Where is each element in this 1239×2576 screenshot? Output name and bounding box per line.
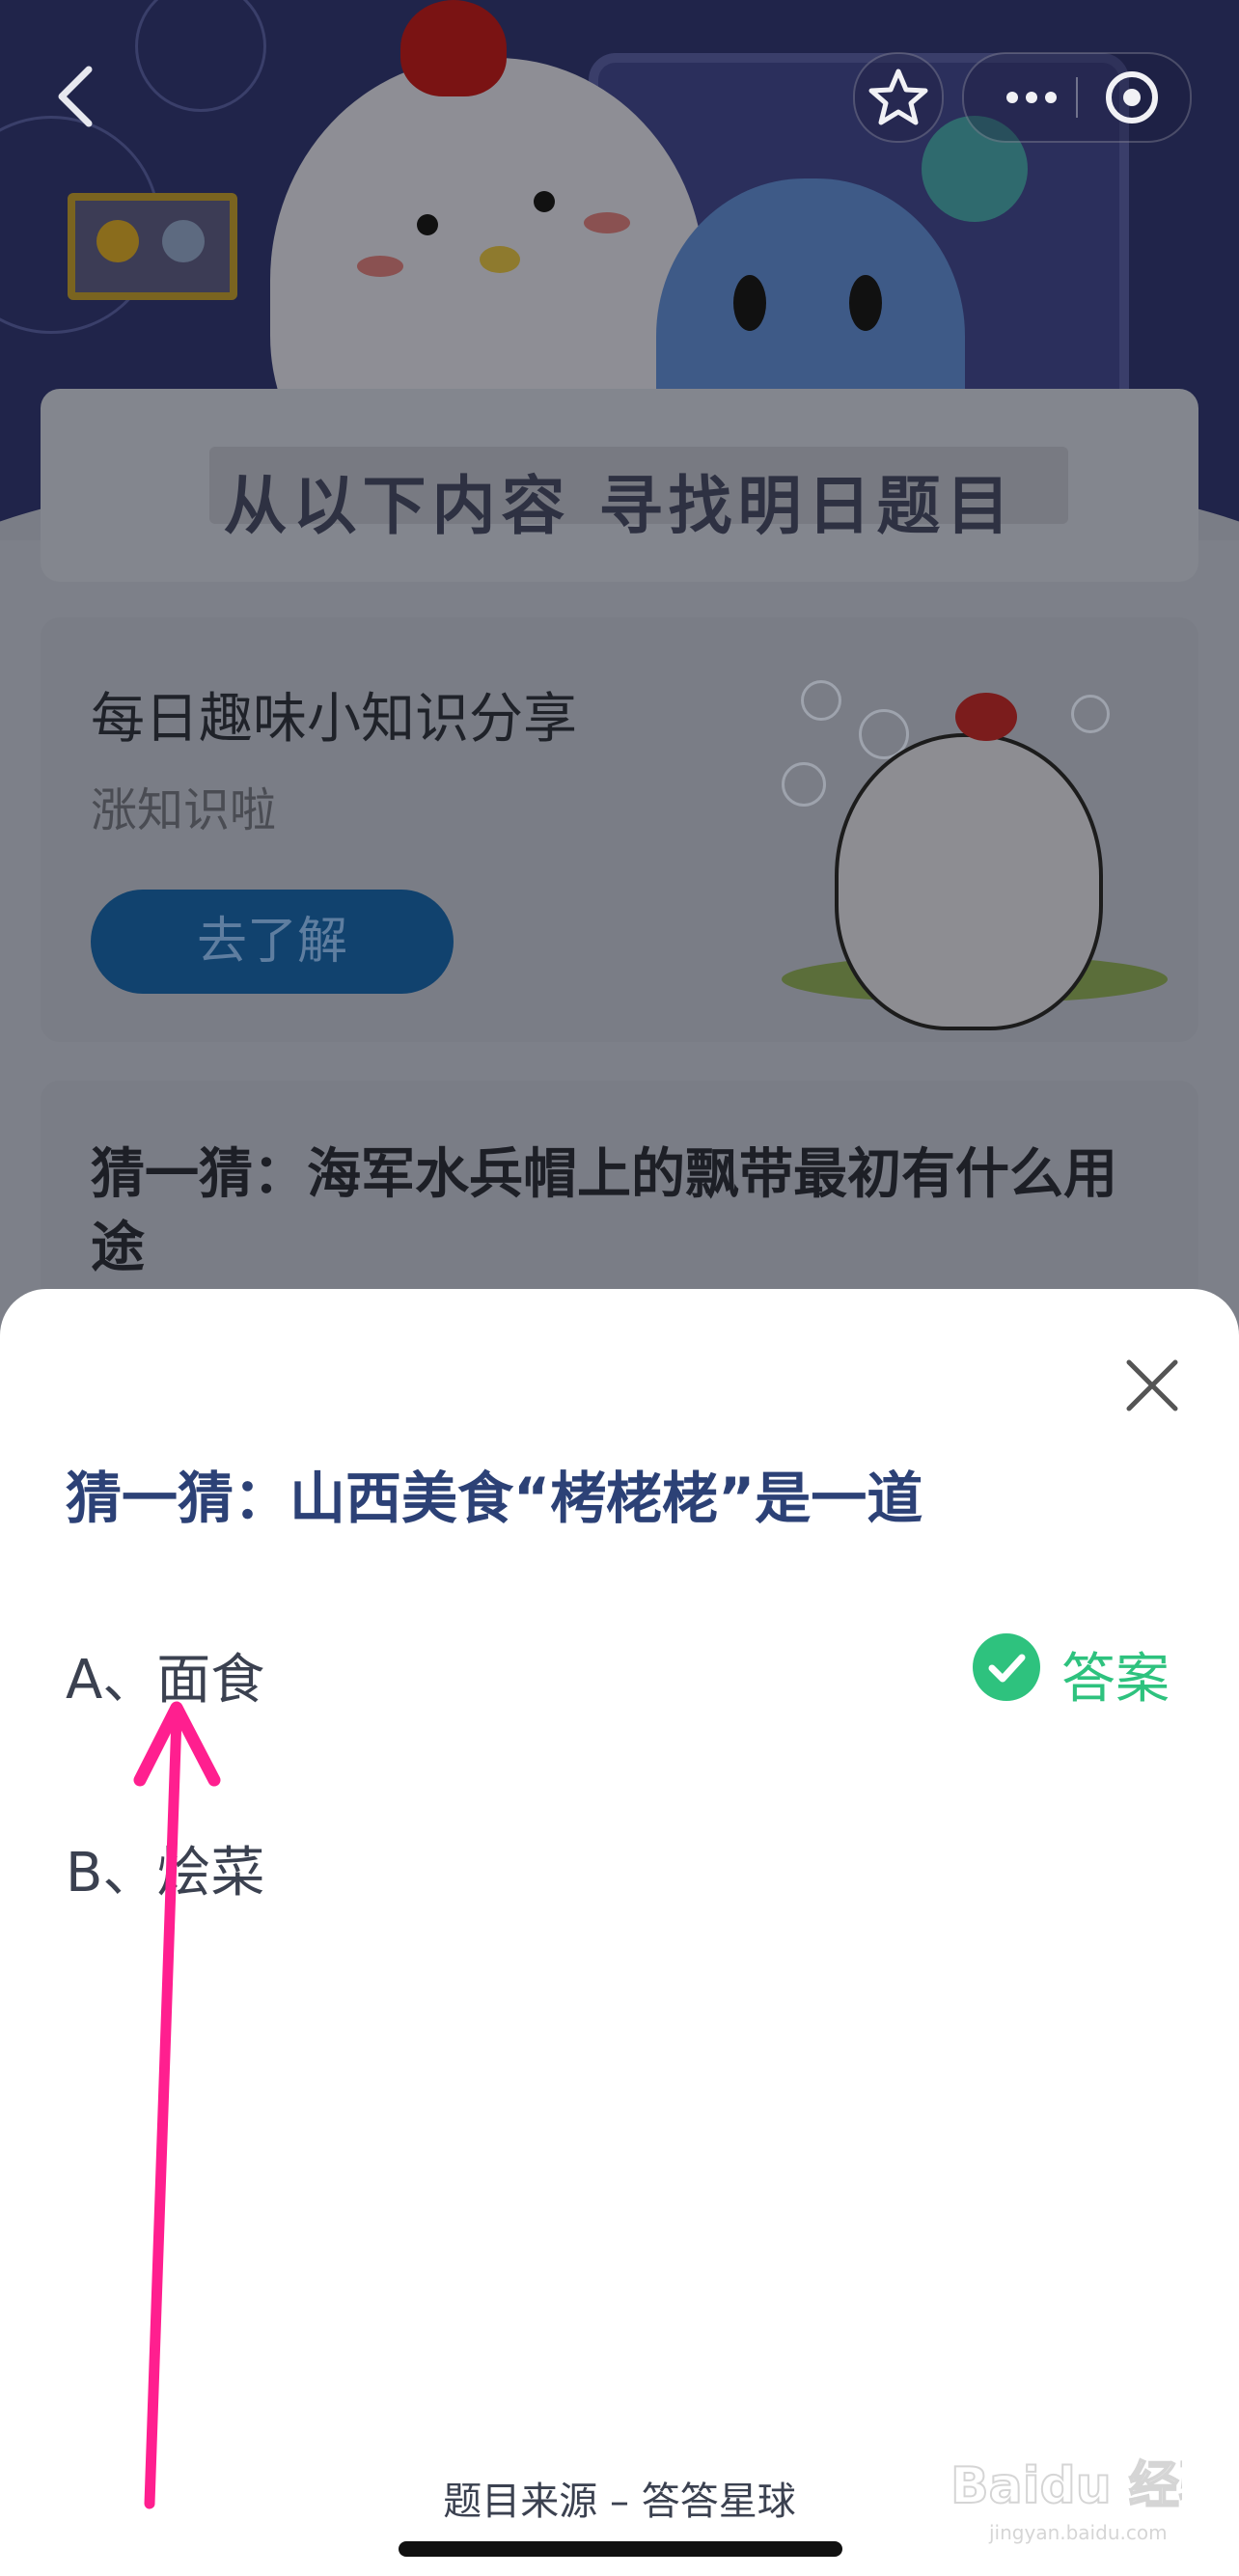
question-title: 猜一猜：山西美食“栲栳栳”是一道 xyxy=(66,1466,923,1531)
bubble-decor xyxy=(801,680,841,721)
section-title: 从以下内容 寻找明日题目 xyxy=(223,469,1016,543)
alien-eye xyxy=(733,275,766,331)
learn-more-button[interactable]: 去了解 xyxy=(91,890,454,994)
chicken-cheek xyxy=(584,212,630,233)
star-icon xyxy=(868,69,928,125)
chicken-comb xyxy=(955,693,1017,741)
bubble-decor xyxy=(782,762,826,807)
card-subtitle: 涨知识啦 xyxy=(91,783,277,837)
back-icon xyxy=(58,66,93,127)
answer-sheet: 猜一猜：山西美食“栲栳栳”是一道 A、面食 答案 B、烩菜 题目来源 – 答答星… xyxy=(0,1289,1239,2576)
svg-text:Baidu 经验: Baidu 经验 xyxy=(950,2457,1182,2515)
back-button[interactable] xyxy=(50,62,108,129)
answer-label: 答案 xyxy=(1061,1648,1170,1711)
chicken-cheek xyxy=(357,256,403,277)
favorite-button[interactable] xyxy=(853,52,944,143)
baidu-watermark: Baidu 经验 jingyan.baidu.com xyxy=(950,2456,1182,2544)
card-title: 每日趣味小知识分享 xyxy=(91,688,577,751)
alien-eye xyxy=(849,275,882,331)
more-icon xyxy=(1006,92,1057,103)
option-b[interactable]: B、烩菜 xyxy=(66,1829,264,1907)
gold-medal xyxy=(96,220,139,262)
more-button[interactable] xyxy=(983,54,1076,141)
chicken-illustration xyxy=(835,733,1103,1030)
target-icon xyxy=(1106,71,1158,123)
check-icon xyxy=(973,1633,1040,1701)
app-page: 从以下内容 寻找明日题目 每日趣味小知识分享 涨知识啦 去了解 猜一猜：海军水兵… xyxy=(0,0,1239,2576)
chicken-eye xyxy=(534,191,555,212)
card-title: 猜一猜：海军水兵帽上的飘带最初有什么用途 xyxy=(91,1143,1117,1279)
miniapp-capsule xyxy=(962,52,1192,143)
svg-text:jingyan.baidu.com: jingyan.baidu.com xyxy=(988,2521,1168,2544)
medal-frame xyxy=(68,193,237,300)
close-button[interactable] xyxy=(1119,1353,1185,1418)
close-icon xyxy=(1126,1359,1178,1411)
option-a[interactable]: A、面食 xyxy=(66,1636,264,1714)
section-header-card: 从以下内容 寻找明日题目 xyxy=(41,389,1198,582)
decor-circle xyxy=(135,0,266,112)
chicken-comb xyxy=(400,0,507,96)
chicken-beak xyxy=(480,246,520,273)
bubble-decor xyxy=(1071,695,1110,733)
exit-miniapp-button[interactable] xyxy=(1078,54,1190,141)
silver-medal xyxy=(162,220,205,262)
chicken-eye xyxy=(417,214,438,235)
home-indicator xyxy=(399,2541,842,2557)
